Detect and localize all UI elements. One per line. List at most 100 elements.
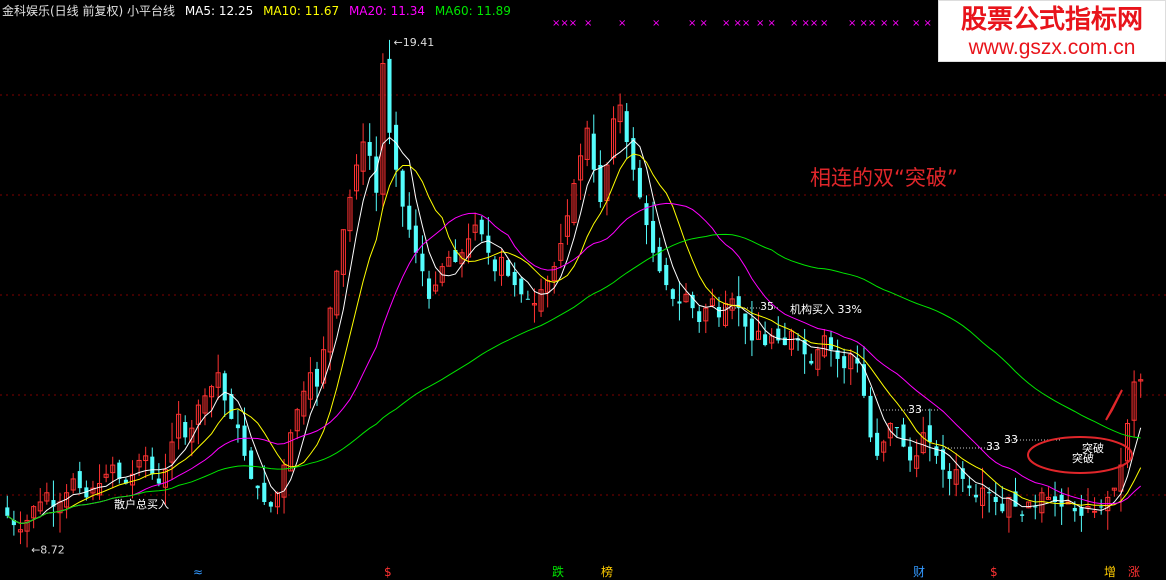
candle-body-down xyxy=(809,360,814,364)
candle-body-down xyxy=(420,253,425,272)
candle-body-up xyxy=(1092,510,1098,513)
ma60-line xyxy=(7,233,1141,525)
candle-body-down xyxy=(644,203,649,226)
signal-marker-top: ××× xyxy=(552,18,577,29)
candle-body-down xyxy=(249,450,254,479)
candle-body-down xyxy=(908,446,913,461)
signal-marker-top: × xyxy=(584,18,592,29)
ma20-value: MA20: 11.34 xyxy=(348,4,425,18)
candle-body-down xyxy=(743,313,748,327)
signal-marker-top: × xyxy=(652,18,660,29)
candle-body-down xyxy=(973,494,979,498)
candle-body-down xyxy=(400,170,405,207)
high-price-label: ←19.41 xyxy=(393,36,434,49)
annotation-text: 相连的双“突破” xyxy=(810,166,958,190)
signal-marker-bottom: 增 xyxy=(1104,565,1116,579)
candle-body-down xyxy=(156,478,161,484)
candle-body-down xyxy=(512,271,517,286)
chart-label: 突破 xyxy=(1082,441,1104,455)
candle-body-down xyxy=(519,278,524,295)
candle-body-down xyxy=(868,395,873,438)
candle-body-down xyxy=(1099,506,1104,508)
candle-body-down xyxy=(670,289,675,299)
ma5-value: MA5: 12.25 xyxy=(184,4,254,18)
candle-body-down xyxy=(624,111,629,142)
signal-marker-top: × xyxy=(820,18,828,29)
candle-body-down xyxy=(1079,507,1084,516)
chart-label: 33 xyxy=(986,440,1000,453)
candle-body-down xyxy=(1000,503,1005,512)
candle-body-down xyxy=(407,205,412,230)
candle-body-down xyxy=(901,424,906,447)
candle-body-down xyxy=(117,462,122,479)
candle-body-down xyxy=(927,425,932,442)
candle-body-down xyxy=(1020,514,1025,516)
signal-marker-bottom: 财 xyxy=(913,565,925,579)
candle-body-down xyxy=(993,496,998,502)
candle-body-down xyxy=(828,337,834,350)
candle-body-down xyxy=(235,424,240,429)
watermark-title: 股票公式指标网 xyxy=(960,5,1143,35)
candle-body-down xyxy=(5,507,10,516)
signal-marker-top: × × xyxy=(688,18,708,29)
candle-body-down xyxy=(782,337,787,346)
candle-body-down xyxy=(367,142,372,156)
candle-body-down xyxy=(387,58,392,133)
chart-label: 35 xyxy=(760,300,774,313)
candle-body-down xyxy=(525,298,530,300)
signal-marker-bottom: ≈ xyxy=(193,565,203,579)
candle-body-down xyxy=(255,485,260,489)
candle-body-down xyxy=(183,421,188,438)
signal-marker-bottom: 涨 xyxy=(1128,564,1140,579)
candle-body-down xyxy=(637,167,642,198)
candle-body-down xyxy=(967,485,972,489)
candle-body-down xyxy=(697,311,702,322)
candle-body-down xyxy=(262,482,267,502)
signal-marker-top: × ×× xyxy=(722,18,750,29)
candle-body-down xyxy=(1033,506,1038,508)
signal-marker-top: × ×× xyxy=(848,18,876,29)
candle-body-down xyxy=(651,220,656,253)
ma10-value: MA10: 11.67 xyxy=(263,4,340,18)
candlestick-chart[interactable]: ←19.41←8.72散户总买入机构买入 33%35333333突破突破××× ×… xyxy=(0,0,1166,580)
candle-body-down xyxy=(763,334,768,346)
signal-marker-top: × xyxy=(618,18,626,29)
candle-body-down xyxy=(657,246,662,272)
candle-body-down xyxy=(77,471,82,489)
candle-body-down xyxy=(875,432,880,456)
signal-marker-bottom: $ xyxy=(990,565,998,579)
candle-body-down xyxy=(314,368,320,387)
candle-body-down xyxy=(749,318,754,341)
signal-marker-top: × ×× xyxy=(790,18,818,29)
watermark-url: www.gszx.com.cn xyxy=(968,36,1136,59)
candle-body-down xyxy=(268,502,273,507)
candle-body-down xyxy=(492,259,497,272)
ma20-line xyxy=(7,202,1142,525)
candle-body-down xyxy=(486,235,491,253)
chart-header: 金科娱乐(日线 前复权) 小平台线 MA5: 12.25 MA10: 11.67… xyxy=(2,2,517,20)
low-price-label: ←8.72 xyxy=(31,543,65,556)
candle-body-down xyxy=(1072,507,1077,512)
signal-marker-top: × × xyxy=(880,18,900,29)
candle-body-down xyxy=(716,306,722,318)
candle-body-down xyxy=(842,356,847,369)
candle-body-down xyxy=(591,133,596,170)
candle-body-down xyxy=(506,260,511,276)
candle-body-down xyxy=(598,165,603,202)
candle-body-down xyxy=(229,394,234,419)
candle-body-down xyxy=(987,492,992,494)
candle-body-down xyxy=(150,456,155,475)
candle-body-down xyxy=(222,373,227,401)
breakout-arrow xyxy=(1105,389,1123,421)
ma60-value: MA60: 11.89 xyxy=(434,4,511,18)
candle-body-down xyxy=(374,156,379,193)
candle-body-down xyxy=(479,219,484,235)
chart-label: 机构买入 33% xyxy=(790,302,862,316)
candle-body-down xyxy=(664,264,669,286)
signal-marker-top: × × xyxy=(912,18,932,29)
candle-body-down xyxy=(677,301,682,304)
candle-body-down xyxy=(413,225,418,253)
candle-body-down xyxy=(394,124,399,170)
chart-label: 散户总买入 xyxy=(114,497,169,511)
signal-marker-bottom: 榜 xyxy=(601,564,613,579)
